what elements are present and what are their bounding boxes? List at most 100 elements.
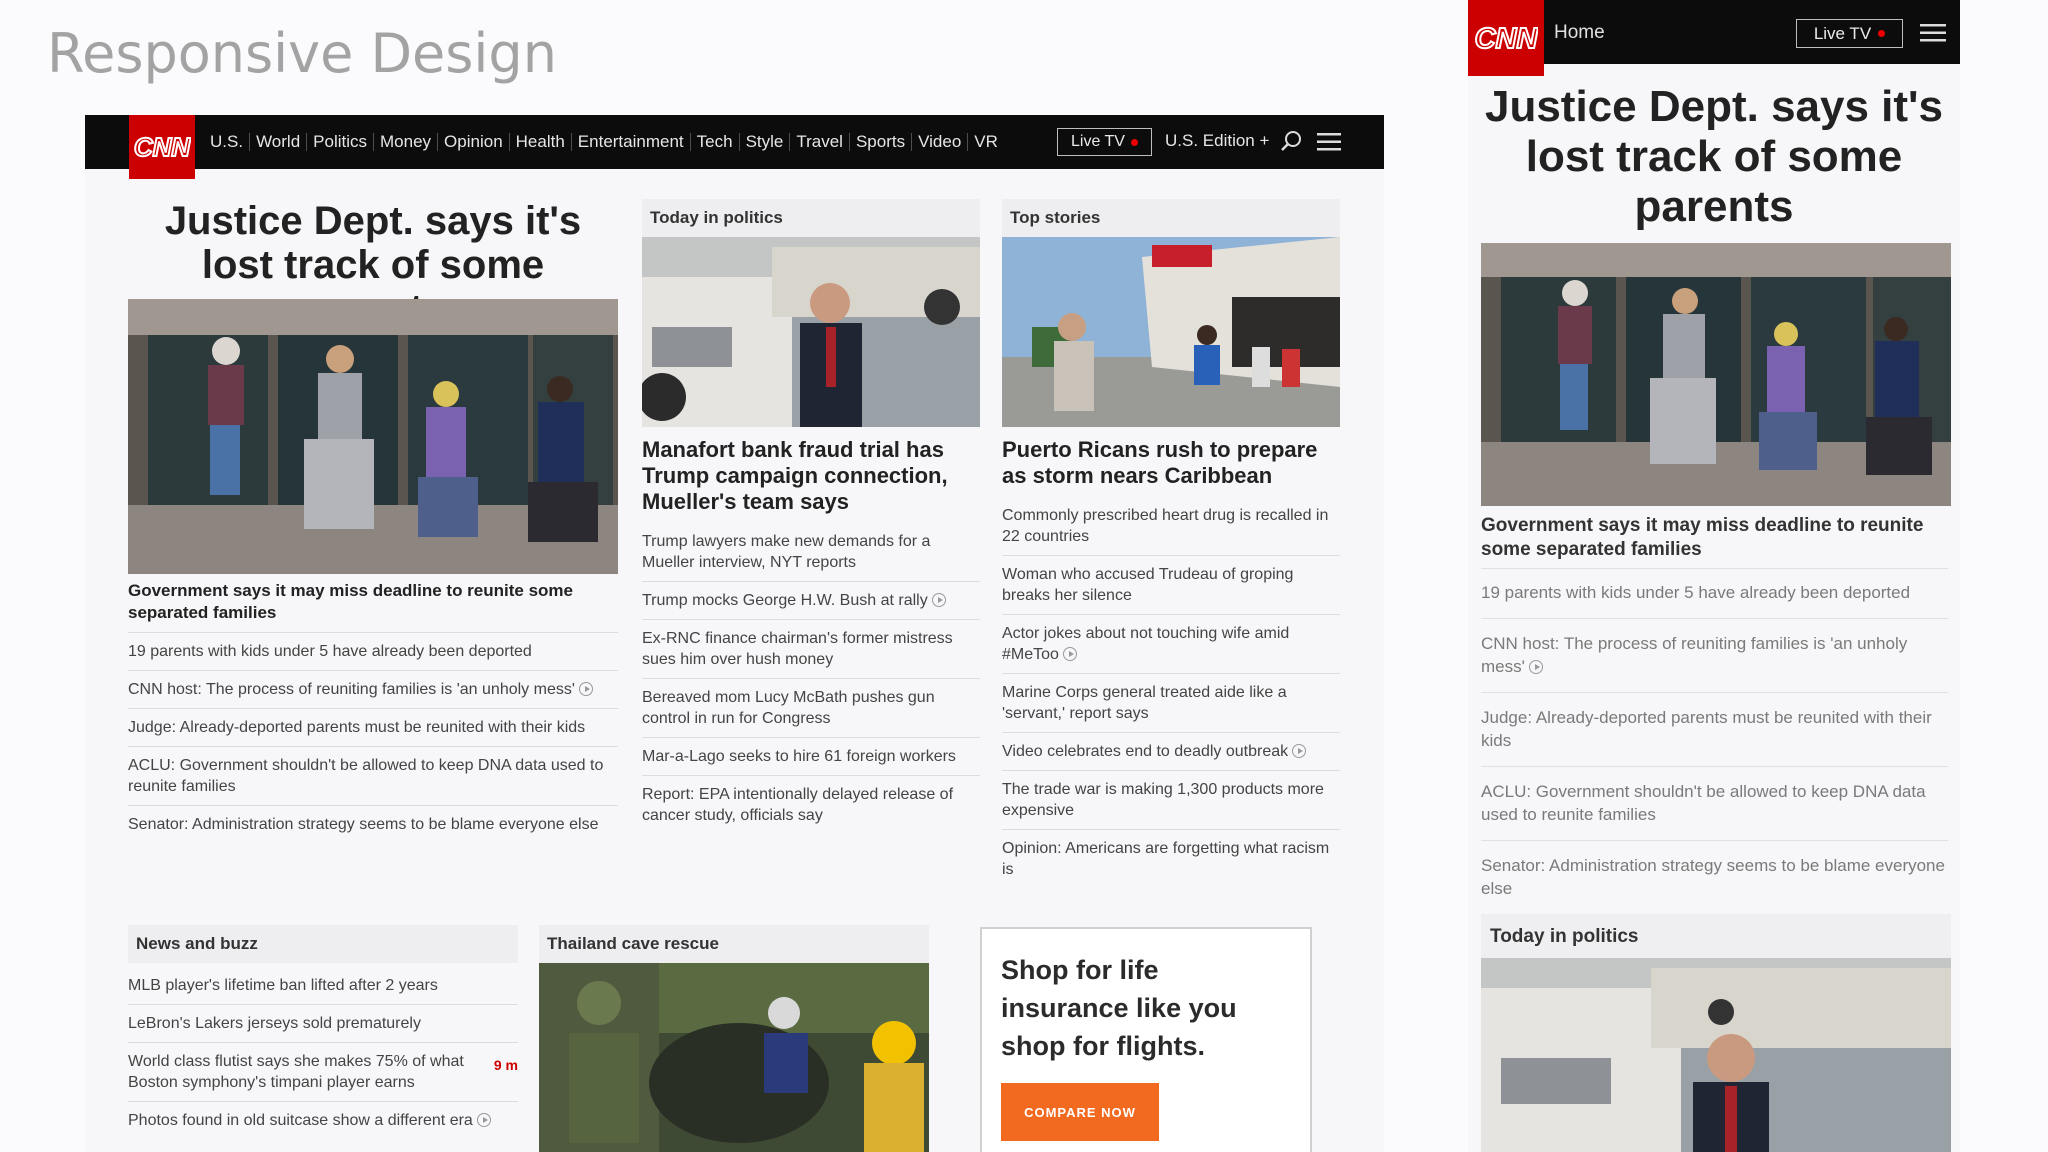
list-item[interactable]: CNN host: The process of reuniting famil… [128, 671, 618, 709]
story-link[interactable]: MLB player's lifetime ban lifted after 2… [128, 977, 438, 994]
story-link[interactable]: Senator: Administration strategy seems t… [128, 816, 598, 833]
nav-link-money[interactable]: Money [374, 133, 439, 151]
list-item[interactable]: Bereaved mom Lucy McBath pushes gun cont… [642, 679, 980, 738]
top-stories-headline[interactable]: Puerto Ricans rush to prepare as storm n… [1002, 437, 1340, 489]
list-item[interactable]: Marine Corps general treated aide like a… [1002, 674, 1340, 733]
story-link[interactable]: Opinion: Americans are forgetting what r… [1002, 840, 1329, 878]
search-icon[interactable] [1280, 129, 1304, 153]
story-link[interactable]: Trump mocks George H.W. Bush at rally [642, 592, 928, 609]
story-link[interactable]: World class flutist says she makes 75% o… [128, 1053, 464, 1091]
nav-link-travel[interactable]: Travel [790, 133, 850, 151]
nav-link-opinion[interactable]: Opinion [438, 133, 510, 151]
story-link[interactable]: CNN host: The process of reuniting famil… [1481, 634, 1907, 676]
list-item[interactable]: CNN host: The process of reuniting famil… [1481, 619, 1948, 693]
list-item[interactable]: MLB player's lifetime ban lifted after 2… [128, 967, 518, 1005]
list-item[interactable]: Photos found in old suitcase show a diff… [128, 1102, 518, 1139]
nav-link-tech[interactable]: Tech [691, 133, 740, 151]
cnn-logo[interactable]: CNN [129, 115, 195, 179]
story-link[interactable]: Commonly prescribed heart drug is recall… [1002, 507, 1328, 545]
politics-headline[interactable]: Manafort bank fraud trial has Trump camp… [642, 437, 980, 515]
story-link[interactable]: Marine Corps general treated aide like a… [1002, 684, 1287, 722]
nav-link-vr[interactable]: VR [968, 133, 1004, 151]
list-item[interactable]: Judge: Already-deported parents must be … [1481, 693, 1948, 767]
politics-section-header[interactable]: Today in politics [642, 199, 980, 237]
story-link[interactable]: Ex-RNC finance chairman's former mistres… [642, 630, 953, 668]
menu-icon[interactable] [1920, 22, 1946, 44]
list-item[interactable]: World class flutist says she makes 75% o… [128, 1043, 518, 1102]
news-buzz-section-header[interactable]: News and buzz [128, 925, 518, 963]
nav-link-video[interactable]: Video [912, 133, 969, 151]
edition-selector[interactable]: U.S. Edition + [1165, 131, 1269, 151]
story-link[interactable]: Senator: Administration strategy seems t… [1481, 856, 1945, 898]
play-icon [1292, 744, 1307, 758]
story-link[interactable]: ACLU: Government shouldn't be allowed to… [128, 757, 603, 795]
story-link[interactable]: Bereaved mom Lucy McBath pushes gun cont… [642, 689, 935, 727]
lead-photo[interactable] [128, 299, 618, 574]
live-tv-button[interactable]: Live TV [1057, 128, 1152, 156]
mobile-lead-subhead[interactable]: Government says it may miss deadline to … [1481, 514, 1941, 562]
story-link[interactable]: Video celebrates end to deadly outbreak [1002, 743, 1288, 760]
story-link[interactable]: The trade war is making 1,300 products m… [1002, 781, 1324, 819]
list-item[interactable]: Commonly prescribed heart drug is recall… [1002, 497, 1340, 556]
nav-link-us[interactable]: U.S. [204, 133, 251, 151]
play-icon [1528, 660, 1543, 674]
mobile-politics-section-header[interactable]: Today in politics [1481, 914, 1951, 958]
mobile-politics-photo[interactable] [1481, 958, 1951, 1152]
top-stories-section-header[interactable]: Top stories [1002, 199, 1340, 237]
list-item[interactable]: Actor jokes about not touching wife amid… [1002, 615, 1340, 674]
list-item[interactable]: ACLU: Government shouldn't be allowed to… [1481, 767, 1948, 841]
story-link[interactable]: Judge: Already-deported parents must be … [128, 719, 585, 736]
story-link[interactable]: ACLU: Government shouldn't be allowed to… [1481, 782, 1926, 824]
list-item[interactable]: Ex-RNC finance chairman's former mistres… [642, 620, 980, 679]
politics-photo[interactable] [642, 237, 980, 427]
list-item[interactable]: Report: EPA intentionally delayed releas… [642, 776, 980, 834]
list-item[interactable]: Senator: Administration strategy seems t… [128, 806, 618, 843]
mobile-lead-photo[interactable] [1481, 243, 1951, 506]
nav-link-entertainment[interactable]: Entertainment [572, 133, 691, 151]
list-item[interactable]: Trump lawyers make new demands for a Mue… [642, 523, 980, 582]
list-item[interactable]: 19 parents with kids under 5 have alread… [128, 632, 618, 671]
story-link[interactable]: Trump lawyers make new demands for a Mue… [642, 533, 930, 571]
story-link[interactable]: Judge: Already-deported parents must be … [1481, 708, 1932, 750]
list-item[interactable]: Senator: Administration strategy seems t… [1481, 841, 1948, 914]
nav-link-health[interactable]: Health [510, 133, 572, 151]
list-item[interactable]: 19 parents with kids under 5 have alread… [1481, 568, 1948, 619]
story-link[interactable]: CNN host: The process of reuniting famil… [128, 681, 575, 698]
insurance-ad[interactable]: Shop for life insurance like you shop fo… [980, 927, 1312, 1152]
live-dot-icon [1130, 138, 1138, 146]
lead-subhead[interactable]: Government says it may miss deadline to … [128, 580, 618, 624]
story-link[interactable]: Photos found in old suitcase show a diff… [128, 1112, 473, 1129]
top-stories: Puerto Ricans rush to prepare as storm n… [1002, 437, 1340, 888]
mobile-home-link[interactable]: Home [1554, 22, 1605, 44]
story-link[interactable]: Mar-a-Lago seeks to hire 61 foreign work… [642, 748, 956, 765]
mobile-live-tv-button[interactable]: Live TV [1796, 19, 1903, 48]
live-dot-icon [1878, 30, 1886, 37]
cave-rescue-section-header[interactable]: Thailand cave rescue [539, 925, 929, 963]
story-link[interactable]: Woman who accused Trudeau of groping bre… [1002, 566, 1293, 604]
list-item[interactable]: Video celebrates end to deadly outbreak [1002, 733, 1340, 771]
list-item[interactable]: Opinion: Americans are forgetting what r… [1002, 830, 1340, 888]
menu-icon[interactable] [1317, 131, 1341, 153]
nav-link-sports[interactable]: Sports [850, 133, 913, 151]
nav-link-world[interactable]: World [250, 133, 308, 151]
list-item[interactable]: ACLU: Government shouldn't be allowed to… [128, 747, 618, 806]
cave-rescue-photo[interactable] [539, 963, 929, 1152]
list-item[interactable]: Judge: Already-deported parents must be … [128, 709, 618, 747]
list-item[interactable]: Trump mocks George H.W. Bush at rally [642, 582, 980, 620]
cnn-logo-icon: CNN [1474, 22, 1538, 55]
nav-link-politics[interactable]: Politics [307, 133, 375, 151]
mobile-lead-headline[interactable]: Justice Dept. says it's lost track of so… [1480, 82, 1948, 232]
story-link[interactable]: 19 parents with kids under 5 have alread… [1481, 583, 1910, 602]
list-item[interactable]: Mar-a-Lago seeks to hire 61 foreign work… [642, 738, 980, 776]
list-item[interactable]: Woman who accused Trudeau of groping bre… [1002, 556, 1340, 615]
nav-link-style[interactable]: Style [740, 133, 791, 151]
mobile-cnn-logo[interactable]: CNN [1468, 0, 1544, 76]
story-link[interactable]: 19 parents with kids under 5 have alread… [128, 643, 532, 660]
story-link[interactable]: Actor jokes about not touching wife amid… [1002, 625, 1289, 663]
list-item[interactable]: LeBron's Lakers jerseys sold prematurely [128, 1005, 518, 1043]
compare-now-button[interactable]: COMPARE NOW [1001, 1083, 1159, 1141]
story-link[interactable]: Report: EPA intentionally delayed releas… [642, 786, 953, 824]
list-item[interactable]: The trade war is making 1,300 products m… [1002, 771, 1340, 830]
top-stories-photo[interactable] [1002, 237, 1340, 427]
story-link[interactable]: LeBron's Lakers jerseys sold prematurely [128, 1015, 421, 1032]
